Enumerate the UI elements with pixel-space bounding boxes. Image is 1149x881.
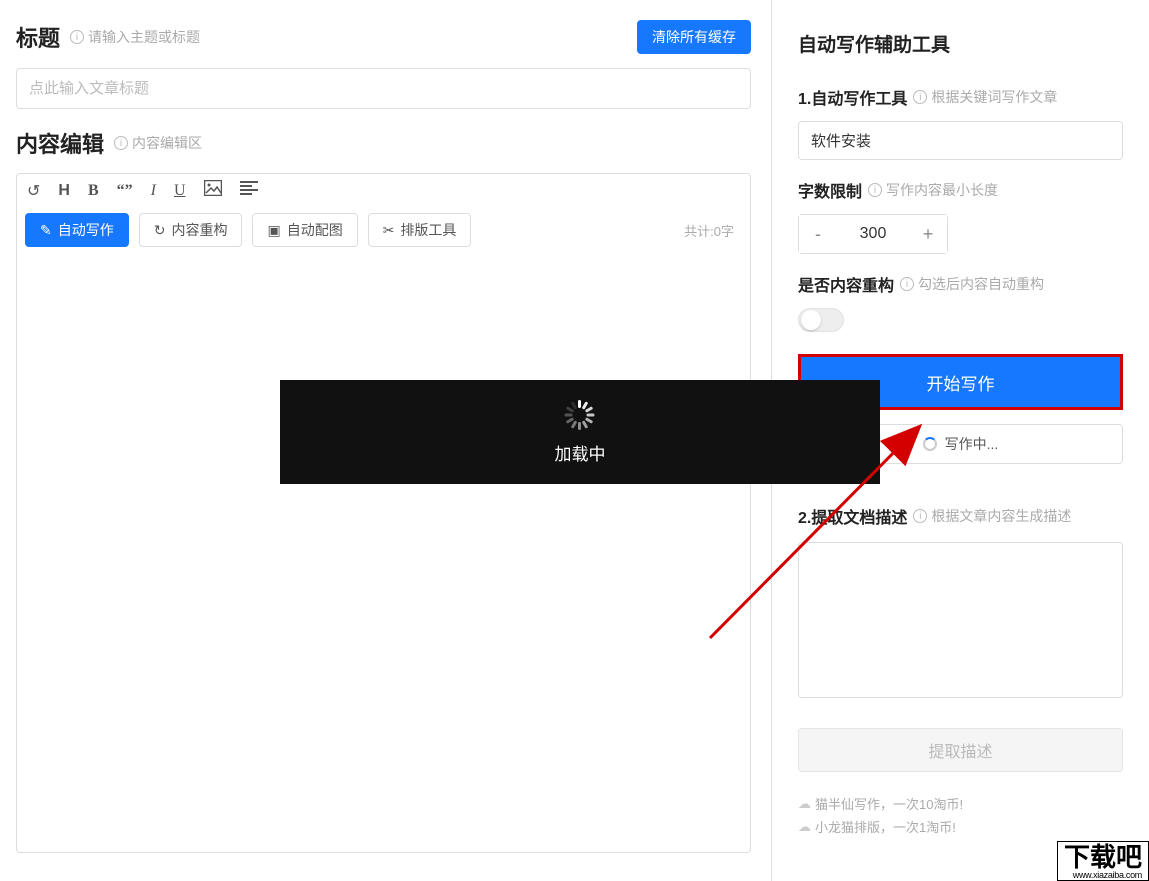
image-small-icon: ▣	[267, 222, 280, 239]
word-count: 共计:0字	[684, 221, 742, 240]
title-hint: i 请输入主题或标题	[70, 27, 200, 47]
keyword-input[interactable]	[798, 121, 1123, 160]
loading-overlay: 加载中	[280, 380, 880, 484]
loading-text: 加载中	[555, 440, 606, 465]
info-icon: i	[913, 509, 927, 523]
auto-write-button[interactable]: ✎ 自动写作	[25, 213, 129, 247]
action-toolbar: ✎ 自动写作 ↻ 内容重构 ▣ 自动配图 ✂ 排版工具 共计:0字	[17, 207, 750, 255]
section1-label: 1.自动写作工具	[798, 85, 907, 109]
description-textarea[interactable]	[798, 542, 1123, 698]
extract-description-button[interactable]: 提取描述	[798, 728, 1123, 772]
tools-icon: ✂	[383, 222, 395, 239]
stepper-plus-button[interactable]: +	[909, 215, 947, 253]
spinner-icon	[565, 400, 595, 430]
undo-icon[interactable]: ↺	[27, 181, 40, 201]
info-icon: i	[900, 277, 914, 291]
footer-note-2: ☁ 小龙猫排版，一次1淘币!	[798, 817, 1123, 836]
restructure-hint: i 勾选后内容自动重构	[900, 274, 1044, 294]
sidebar-title: 自动写作辅助工具	[798, 30, 1123, 57]
section1-hint: i 根据关键词写作文章	[913, 87, 1057, 107]
section2-hint: i 根据文章内容生成描述	[913, 506, 1071, 526]
italic-icon[interactable]: I	[151, 182, 156, 200]
footer-note-1: ☁ 猫半仙写作，一次10淘币!	[798, 794, 1123, 813]
word-limit-label: 字数限制	[798, 178, 862, 202]
image-icon[interactable]	[204, 180, 222, 201]
restructure-toggle[interactable]	[798, 308, 844, 332]
content-hint: i 内容编辑区	[114, 133, 202, 153]
restructure-toggle-label: 是否内容重构	[798, 272, 894, 296]
cloud-icon: ☁	[798, 796, 811, 812]
section2-label: 2.提取文档描述	[798, 504, 907, 528]
quote-icon[interactable]: “”	[117, 182, 133, 200]
restructure-button[interactable]: ↻ 内容重构	[139, 213, 243, 247]
refresh-icon: ↻	[154, 222, 166, 239]
format-toolbar: ↺ H B “” I U	[17, 174, 750, 207]
watermark-logo: 下载吧 www.xiazaiba.com	[1057, 841, 1149, 881]
cloud-icon: ☁	[798, 819, 811, 835]
word-limit-hint: i 写作内容最小长度	[868, 180, 998, 200]
auto-image-button[interactable]: ▣ 自动配图	[252, 213, 357, 247]
word-limit-stepper[interactable]: - 300 +	[798, 214, 948, 254]
clear-cache-button[interactable]: 清除所有缓存	[637, 20, 751, 54]
stepper-value: 300	[837, 225, 909, 243]
underline-icon[interactable]: U	[174, 182, 186, 200]
pencil-icon: ✎	[40, 222, 52, 239]
info-icon: i	[868, 183, 882, 197]
editor-container: ↺ H B “” I U ✎ 自动写作 ↻	[16, 173, 751, 853]
align-icon[interactable]	[240, 181, 258, 200]
content-label: 内容编辑	[16, 127, 104, 159]
heading-icon[interactable]: H	[58, 182, 70, 200]
loading-spinner-icon	[923, 437, 937, 451]
info-icon: i	[913, 90, 927, 104]
stepper-minus-button[interactable]: -	[799, 215, 837, 253]
article-title-input[interactable]	[16, 68, 751, 109]
title-label: 标题	[16, 21, 60, 53]
info-icon: i	[70, 30, 84, 44]
bold-icon[interactable]: B	[88, 182, 99, 200]
info-icon: i	[114, 136, 128, 150]
layout-tool-button[interactable]: ✂ 排版工具	[368, 213, 472, 247]
